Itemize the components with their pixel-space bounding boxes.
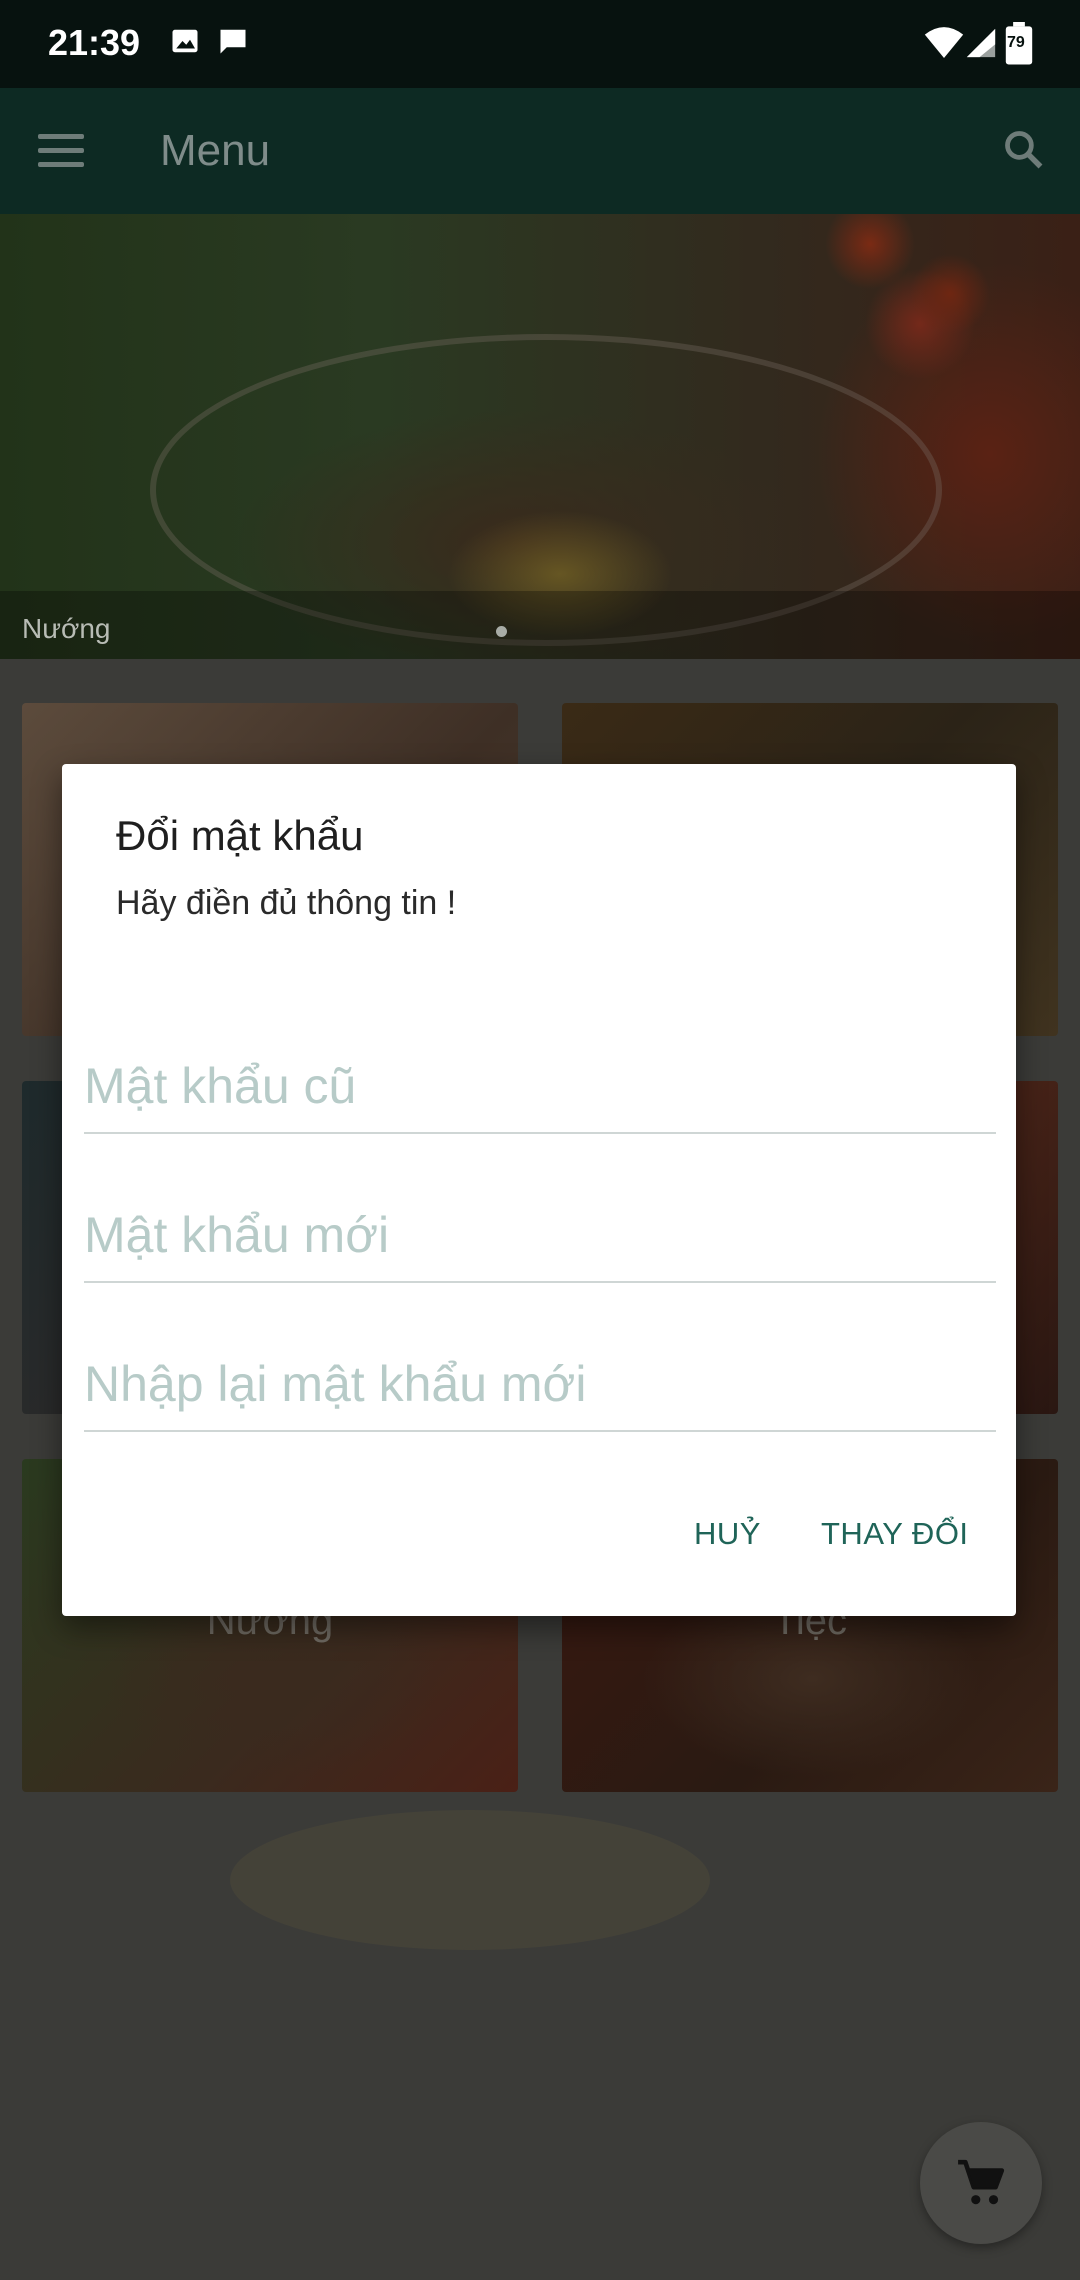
- new-password-input[interactable]: [84, 1189, 996, 1281]
- status-time: 21:39: [48, 22, 141, 63]
- hero-caption: Nướng: [22, 613, 111, 644]
- search-icon[interactable]: [1002, 128, 1046, 177]
- background-decoration: [230, 1810, 710, 1950]
- cancel-button[interactable]: HUỶ: [694, 1516, 761, 1552]
- signal-icon: [964, 26, 998, 65]
- page-title: Menu: [160, 126, 271, 175]
- dialog-title: Đổi mật khẩu: [116, 812, 364, 859]
- carousel-indicator: [496, 626, 507, 637]
- old-password-input[interactable]: [84, 1040, 996, 1132]
- status-bar: 21:39 79: [0, 0, 1080, 88]
- hero-banner[interactable]: Nướng: [0, 214, 1080, 659]
- change-button[interactable]: THAY ĐỔI: [821, 1516, 969, 1552]
- old-password-field: [84, 1040, 996, 1134]
- menu-icon[interactable]: [38, 134, 84, 168]
- message-notification-icon: [218, 26, 248, 61]
- cart-button[interactable]: [920, 2122, 1042, 2244]
- battery-level: 79: [1007, 34, 1025, 51]
- confirm-password-input[interactable]: [84, 1338, 996, 1430]
- wifi-icon: [924, 26, 964, 65]
- new-password-field: [84, 1189, 996, 1283]
- app-bar: Menu: [0, 88, 1080, 214]
- image-notification-icon: [170, 26, 200, 61]
- dialog-message: Hãy điền đủ thông tin !: [116, 884, 457, 922]
- change-password-dialog: Đổi mật khẩu Hãy điền đủ thông tin ! HUỶ…: [62, 764, 1016, 1616]
- cart-icon: [958, 2159, 1005, 2205]
- confirm-password-field: [84, 1338, 996, 1432]
- battery-icon: 79: [1004, 22, 1034, 71]
